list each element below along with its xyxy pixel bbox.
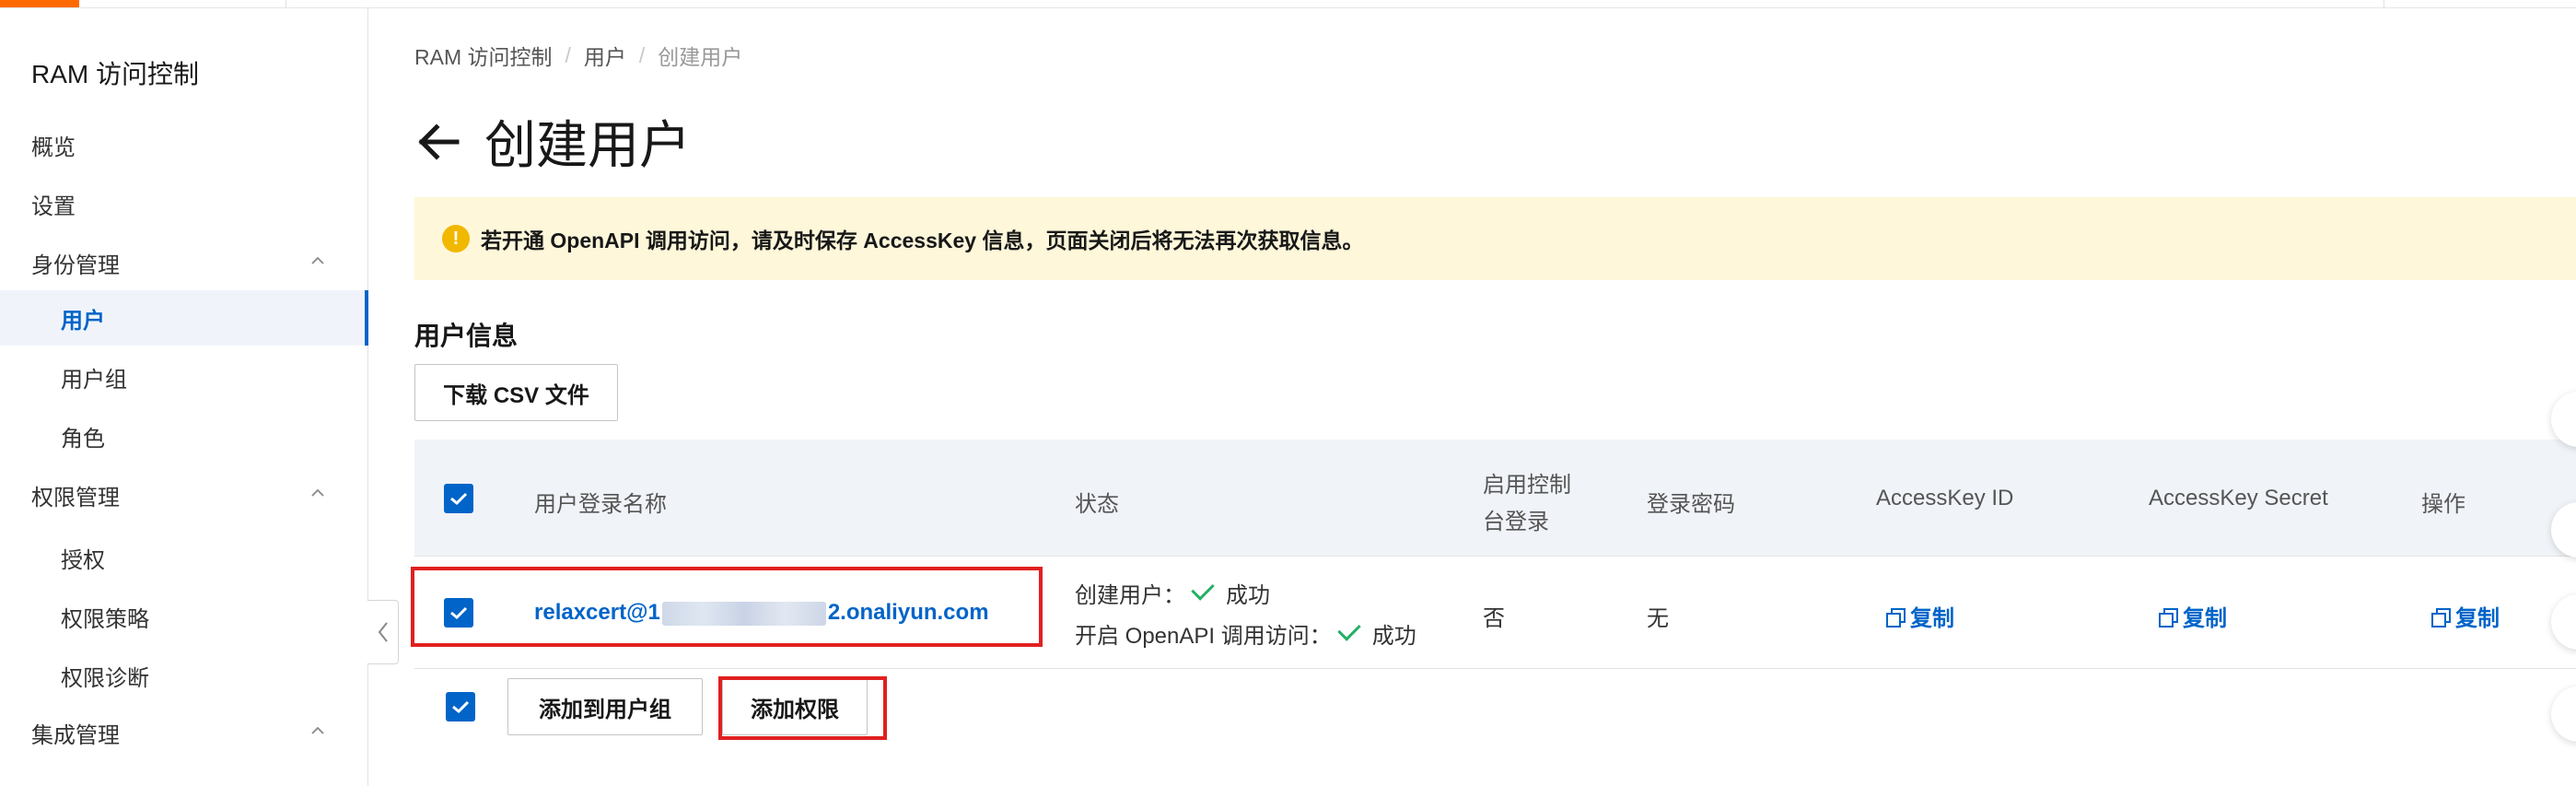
status-cell: 创建用户： 成功 开启 OpenAPI 调用访问： 成功 (1075, 576, 1416, 657)
sidebar-item-label: 权限诊断 (61, 665, 149, 691)
status-openapi: 开启 OpenAPI 调用访问： 成功 (1075, 616, 1416, 657)
copy-label: 复制 (1910, 606, 1954, 631)
column-header-console-login-line1: 启用控制 (1483, 473, 1571, 498)
add-to-user-group-button[interactable]: 添加到用户组 (507, 678, 703, 735)
back-arrow-icon[interactable] (414, 118, 462, 166)
sidebar-item-label: 用户组 (61, 367, 127, 393)
sidebar-item-roles[interactable]: 角色 (0, 408, 367, 463)
status-create-label: 创建用户： (1075, 583, 1185, 608)
select-all-checkbox[interactable] (444, 484, 473, 513)
sidebar-item-overview[interactable]: 概览 (0, 117, 367, 172)
bulk-select-checkbox[interactable] (446, 692, 475, 721)
sidebar-item-label: 角色 (61, 426, 105, 452)
copy-icon (2431, 607, 2451, 628)
breadcrumb-item-ram[interactable]: RAM 访问控制 (414, 40, 553, 71)
breadcrumb-item-current: 创建用户 (658, 45, 743, 69)
checkmark-icon (452, 700, 470, 714)
sidebar-item-permission-diagnosis[interactable]: 权限诊断 (0, 648, 367, 703)
status-create-user: 创建用户： 成功 (1075, 576, 1416, 616)
highlight-box-user-row (411, 567, 1043, 647)
success-check-icon (1191, 577, 1215, 601)
sidebar-item-policies[interactable]: 权限策略 (0, 589, 367, 644)
password-value: 无 (1647, 606, 1669, 631)
column-header-login-name: 用户登录名称 (534, 492, 667, 517)
column-header-password: 登录密码 (1647, 492, 1735, 517)
sidebar-item-label: 权限管理 (31, 485, 120, 510)
page-header: 创建用户 (414, 104, 691, 179)
highlight-box-add-permission (718, 676, 887, 740)
console-login-value: 否 (1483, 606, 1505, 631)
chevron-up-icon (311, 256, 324, 264)
copy-icon (2159, 607, 2178, 628)
sidebar-item-label: 设置 (31, 194, 76, 219)
column-header-console-login-line2: 台登录 (1483, 510, 1549, 534)
column-header-status: 状态 (1075, 492, 1119, 517)
sidebar-item-label: 用户 (61, 308, 105, 334)
top-navigation-bar (0, 0, 2576, 8)
copy-label: 复制 (2455, 606, 2500, 631)
status-create-value: 成功 (1226, 583, 1270, 608)
page-title: 创建用户 (484, 116, 691, 174)
column-header-access-key-secret: AccessKey Secret (2149, 486, 2328, 510)
chevron-up-icon (311, 726, 324, 734)
sidebar-item-settings[interactable]: 设置 (0, 176, 367, 231)
warning-icon: ! (442, 225, 470, 252)
sidebar-item-user-groups[interactable]: 用户组 (0, 349, 367, 405)
console-logo[interactable] (0, 0, 79, 7)
status-openapi-value: 成功 (1371, 624, 1416, 649)
sidebar: RAM 访问控制 概览 设置 身份管理 用户 用户组 角色 权限管理 授权 权限… (0, 8, 368, 786)
sidebar-item-label: 身份管理 (31, 252, 120, 278)
breadcrumb: RAM 访问控制 / 用户 / 创建用户 (414, 40, 742, 71)
sidebar-item-users[interactable]: 用户 (0, 290, 368, 346)
sidebar-group-identity[interactable]: 身份管理 (0, 235, 367, 290)
success-check-icon (1337, 617, 1361, 641)
download-csv-button[interactable]: 下载 CSV 文件 (414, 364, 618, 421)
column-header-actions: 操作 (2421, 492, 2465, 517)
sidebar-item-label: 集成管理 (31, 722, 120, 748)
alert-text: 若开通 OpenAPI 调用访问，请及时保存 AccessKey 信息，页面关闭… (481, 229, 1364, 252)
sidebar-group-permissions[interactable]: 权限管理 (0, 467, 367, 522)
sidebar-group-integration[interactable]: 集成管理 (0, 705, 367, 760)
copy-label: 复制 (2183, 606, 2227, 631)
chevron-up-icon (311, 488, 324, 497)
breadcrumb-separator: / (565, 42, 571, 67)
copy-icon (1886, 607, 1906, 628)
status-openapi-label: 开启 OpenAPI 调用访问： (1075, 624, 1332, 649)
checkmark-icon (450, 492, 468, 506)
sidebar-item-label: 概览 (31, 135, 76, 160)
table-header: 用户登录名称 状态 启用控制 台登录 登录密码 AccessKey ID Acc… (414, 440, 2576, 557)
copy-action-button[interactable]: 复制 (2431, 600, 2500, 632)
sidebar-title: RAM 访问控制 (31, 60, 200, 88)
column-header-access-key-id: AccessKey ID (1876, 486, 2014, 510)
breadcrumb-item-users[interactable]: 用户 (584, 40, 626, 71)
copy-access-key-id-button[interactable]: 复制 (1886, 600, 1954, 632)
breadcrumb-separator: / (638, 42, 646, 67)
sidebar-item-grants[interactable]: 授权 (0, 530, 367, 585)
warning-alert: ! 若开通 OpenAPI 调用访问，请及时保存 AccessKey 信息，页面… (414, 197, 2576, 280)
sidebar-item-label: 权限策略 (61, 606, 149, 632)
copy-access-key-secret-button[interactable]: 复制 (2159, 600, 2227, 632)
column-header-console-login: 启用控制 台登录 (1483, 467, 1571, 541)
section-title: 用户信息 (414, 322, 519, 350)
main-content: RAM 访问控制 / 用户 / 创建用户 创建用户 ! 若开通 OpenAPI … (368, 8, 2576, 786)
sidebar-item-label: 授权 (61, 547, 105, 573)
